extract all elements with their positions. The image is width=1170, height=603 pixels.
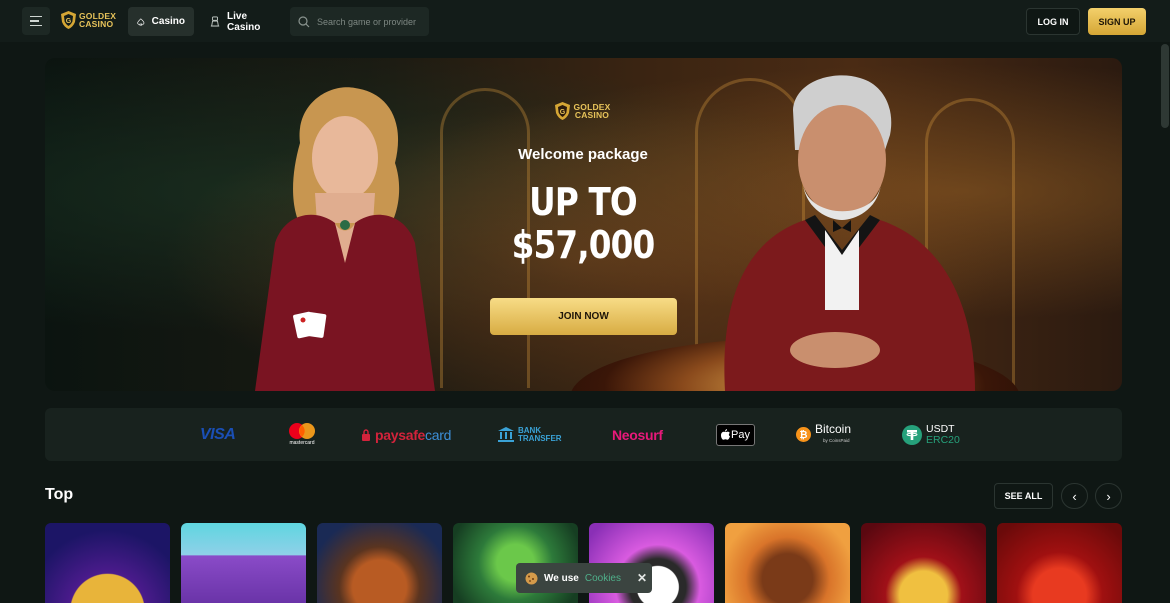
svg-text:G: G: [66, 18, 72, 25]
male-dealer-image: [724, 75, 975, 391]
bank-text-2: TRANSFER: [518, 433, 562, 443]
usdt-text-1: USDT: [926, 422, 955, 435]
paysafe-part2: card: [425, 426, 452, 443]
mastercard-text: mastercard: [289, 440, 315, 446]
bank-icon: [498, 427, 514, 442]
tether-icon: [902, 424, 922, 445]
game-tile[interactable]: [997, 523, 1122, 603]
cookie-banner: We use Cookies ✕: [516, 563, 652, 593]
hero-amount-line1: UP TO: [529, 180, 638, 224]
hero-logo-line2: CASINO: [574, 110, 610, 120]
usdt-text-2: ERC20: [926, 433, 960, 446]
spade-icon: [137, 17, 145, 26]
signup-button[interactable]: SIGN UP: [1088, 8, 1146, 35]
usdt-logo: USDT ERC20: [902, 408, 960, 461]
search-icon: [298, 15, 310, 27]
neosurf-text: Neosurf: [612, 426, 663, 443]
login-button[interactable]: LOG IN: [1026, 8, 1080, 35]
cookies-link[interactable]: Cookies: [585, 573, 621, 584]
mastercard-icon: [289, 423, 315, 439]
game-tile[interactable]: [725, 523, 850, 603]
tab-casino[interactable]: Casino: [128, 7, 194, 36]
dealer-icon: [210, 16, 220, 27]
menu-icon[interactable]: [22, 7, 50, 35]
section-title-top: Top: [45, 486, 74, 503]
close-icon[interactable]: ✕: [637, 571, 647, 585]
svg-text:G: G: [560, 109, 566, 116]
top-header: G GOLDEX CASINO Casino Live Casino LOG I…: [0, 0, 1170, 42]
hero-subtitle: Welcome package: [518, 146, 648, 163]
svg-text:₿: ₿: [799, 429, 807, 441]
hero-content: G GOLDEX CASINO Welcome package UP TO $5…: [475, 102, 691, 267]
visa-text: VISA: [200, 425, 236, 443]
game-tile[interactable]: [861, 523, 986, 603]
search-input[interactable]: [317, 16, 427, 27]
shield-logo-icon: G: [61, 11, 76, 29]
hero-amount-line2: $57,000: [511, 223, 656, 267]
site-logo[interactable]: G GOLDEX CASINO: [61, 11, 116, 29]
shield-logo-icon: G: [555, 102, 571, 120]
lock-icon: [362, 428, 370, 441]
visa-logo: VISA: [200, 408, 236, 461]
logo-line2: CASINO: [79, 19, 114, 29]
neosurf-logo: Neosurf: [612, 408, 663, 461]
game-tile[interactable]: [317, 523, 442, 603]
tab-live-casino[interactable]: Live Casino: [201, 7, 283, 36]
hero-logo: G GOLDEX CASINO: [475, 102, 691, 120]
apple-pay-text: Pay: [731, 428, 750, 441]
game-tile[interactable]: [45, 523, 170, 603]
apple-pay-logo: Pay: [716, 408, 755, 461]
bitcoin-text: Bitcoin: [815, 421, 852, 436]
paysafe-text: paysafecard: [375, 427, 451, 443]
cookie-icon: [525, 572, 538, 584]
prev-arrow-button[interactable]: ‹: [1061, 483, 1088, 509]
bitcoin-logo: ₿ Bitcoin by CoinsPaid: [796, 408, 851, 461]
tab-casino-label: Casino: [151, 16, 185, 27]
paysafe-part1: paysafe: [375, 426, 426, 443]
payment-methods-bar: VISA mastercard paysafecard BANK TRANSFE…: [45, 408, 1122, 461]
search-box[interactable]: [290, 7, 429, 36]
paysafecard-logo: paysafecard: [361, 408, 451, 461]
woman-croupier-image: [255, 87, 435, 391]
tab-live-casino-label: Live Casino: [227, 10, 261, 33]
bitcoin-sub-text: by CoinsPaid: [823, 437, 850, 443]
next-arrow-button[interactable]: ›: [1095, 483, 1122, 509]
see-all-button[interactable]: SEE ALL: [994, 483, 1053, 509]
join-now-button[interactable]: JOIN NOW: [490, 298, 677, 335]
scrollbar-thumb[interactable]: [1161, 44, 1169, 128]
apple-icon: [721, 429, 730, 440]
mastercard-logo: mastercard: [287, 408, 317, 461]
cookie-text: We use: [544, 572, 579, 584]
game-tile[interactable]: [181, 523, 306, 603]
hero-banner: G GOLDEX CASINO Welcome package UP TO $5…: [45, 58, 1122, 391]
bank-transfer-logo: BANK TRANSFER: [498, 408, 562, 461]
bitcoin-icon: ₿: [796, 427, 811, 442]
